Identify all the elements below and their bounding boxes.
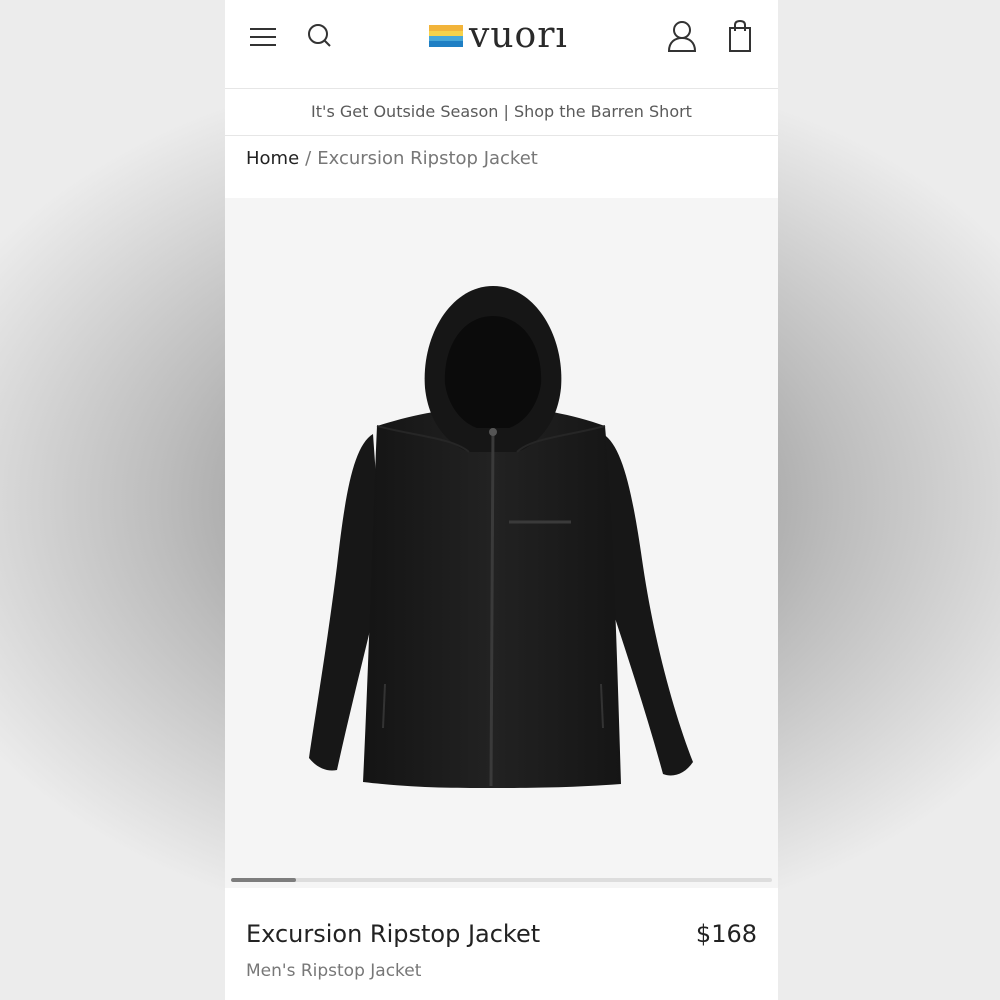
search-icon[interactable] — [305, 20, 335, 52]
product-image[interactable] — [265, 276, 745, 816]
promo-banner[interactable]: It's Get Outside Season | Shop the Barre… — [225, 88, 778, 136]
zipper-pull — [489, 428, 497, 436]
product-subtitle: Men's Ripstop Jacket — [246, 961, 422, 981]
breadcrumb-home-link[interactable]: Home — [246, 148, 299, 169]
product-info: Excursion Ripstop Jacket $168 Men's Rips… — [225, 888, 778, 1000]
product-title: Excursion Ripstop Jacket — [246, 920, 541, 948]
jacket-zipper — [489, 427, 495, 787]
shopping-bag-icon[interactable] — [725, 18, 755, 54]
mobile-page: vuorı It's Get Outside Season | Shop the… — [225, 0, 778, 1000]
logo-wordmark: vuorı — [469, 15, 568, 56]
vuori-logo[interactable]: vuorı — [429, 18, 568, 54]
gallery-scroll-track[interactable] — [231, 878, 772, 882]
user-account-icon[interactable] — [665, 18, 699, 54]
gallery-scroll-indicator[interactable] — [231, 878, 296, 882]
site-header: vuorı — [225, 0, 778, 88]
breadcrumb-current: Excursion Ripstop Jacket — [317, 148, 538, 169]
product-price: $168 — [695, 920, 757, 948]
breadcrumb-separator: / — [305, 148, 312, 169]
logo-stripes-icon — [429, 25, 463, 47]
hamburger-menu-icon[interactable] — [247, 22, 279, 52]
promo-text[interactable]: It's Get Outside Season | Shop the Barre… — [311, 102, 692, 121]
product-image-gallery[interactable] — [225, 198, 778, 888]
breadcrumb: Home / Excursion Ripstop Jacket — [246, 148, 538, 169]
hood-opening — [444, 316, 542, 428]
